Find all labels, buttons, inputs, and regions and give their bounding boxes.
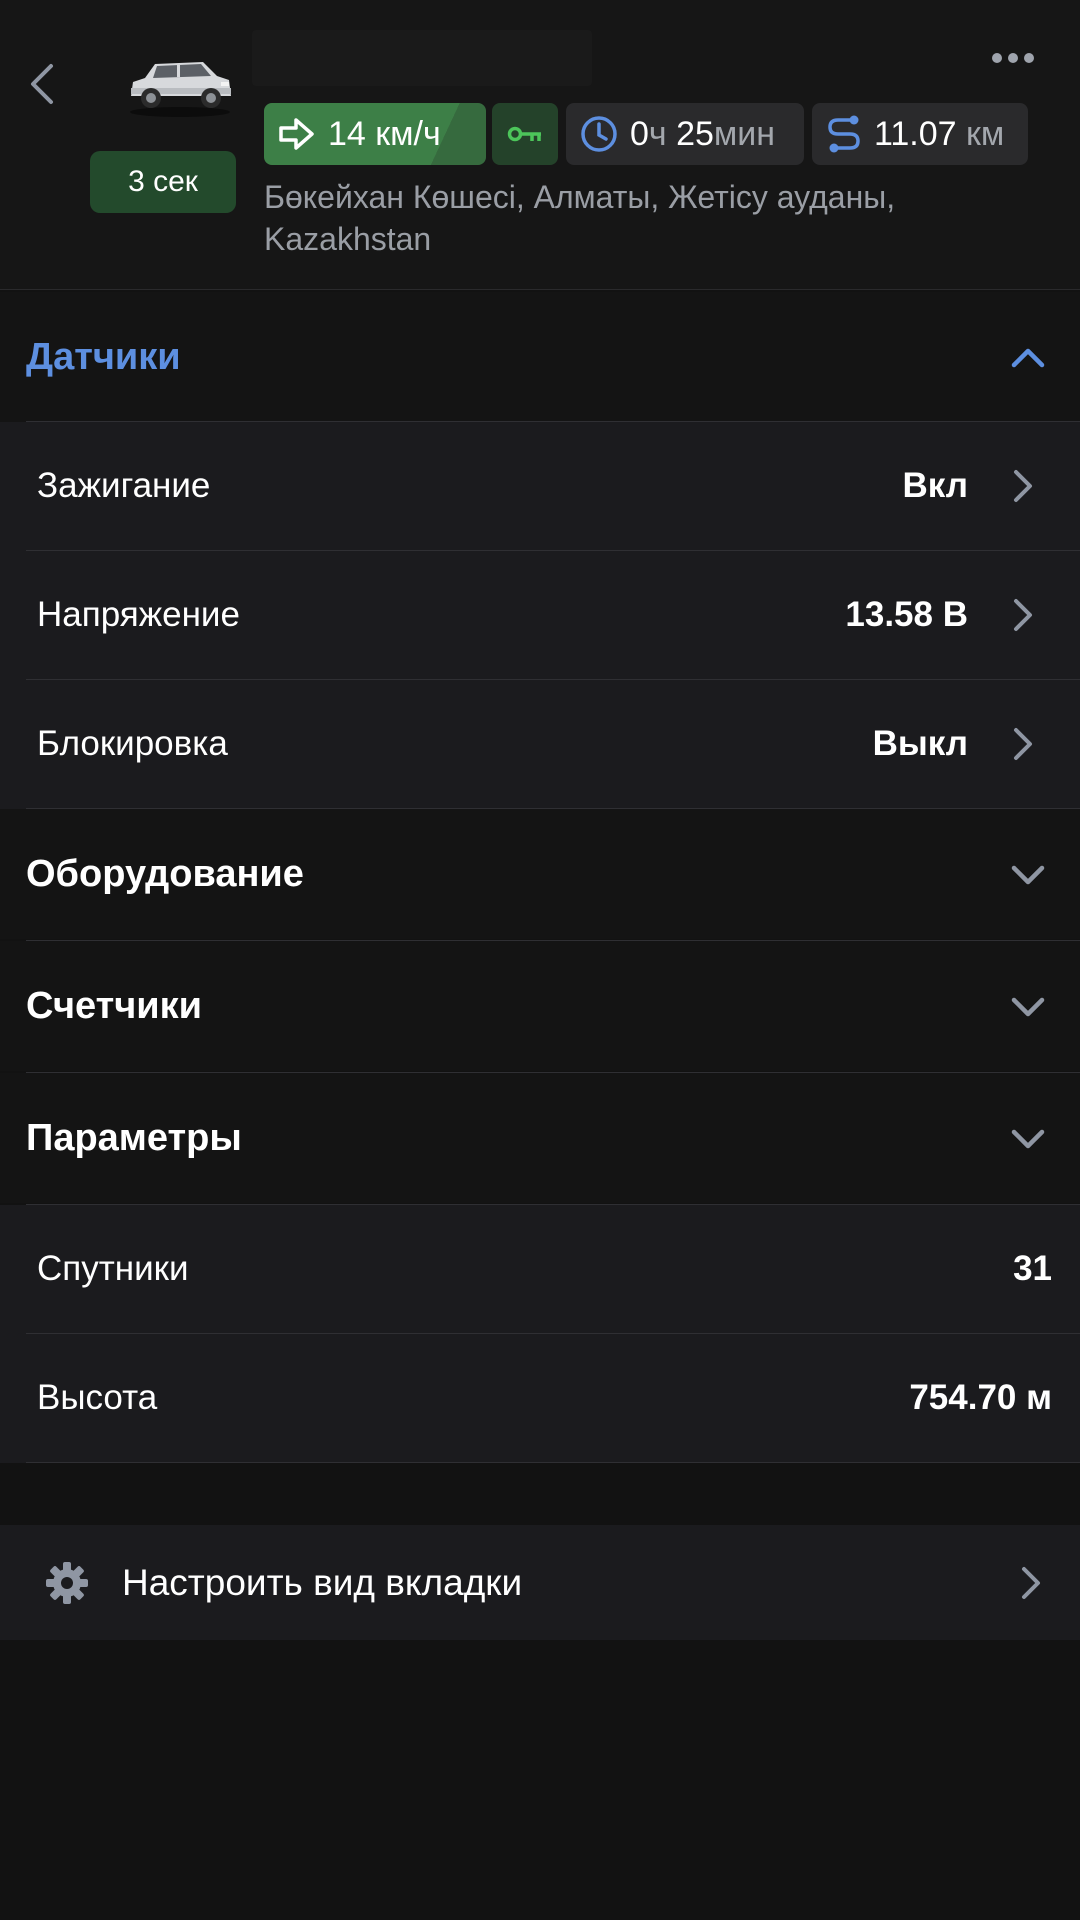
- section-equipment-header[interactable]: Оборудование: [0, 809, 1080, 939]
- customize-tab-button[interactable]: Настроить вид вкладки: [0, 1525, 1080, 1640]
- chevron-right-icon: [1022, 1567, 1040, 1599]
- speed-text: 14 км/ч: [328, 115, 441, 154]
- distance-text: 11.07 км: [874, 115, 1004, 154]
- sensor-row-blocking[interactable]: Блокировка Выкл: [0, 680, 1080, 809]
- duration-chip: 0ч 25мин: [566, 103, 804, 165]
- chevron-down-icon: [1011, 1129, 1045, 1149]
- chevron-right-icon: [1014, 470, 1032, 502]
- clock-icon: [581, 116, 617, 152]
- gear-icon: [46, 1562, 88, 1604]
- chevron-up-icon: [1011, 348, 1045, 368]
- duration-hours-unit: ч: [648, 114, 667, 153]
- sensor-row-ignition[interactable]: Зажигание Вкл: [0, 422, 1080, 551]
- chevron-right-icon: [1014, 728, 1032, 760]
- key-icon: [507, 126, 541, 142]
- row-label: Высота: [37, 1378, 158, 1417]
- parameter-row-altitude: Высота 754.70 м: [0, 1334, 1080, 1463]
- sensor-row-voltage[interactable]: Напряжение 13.58 В: [0, 551, 1080, 680]
- chevron-down-icon: [1011, 997, 1045, 1017]
- row-value: 754.70 м: [909, 1378, 1052, 1417]
- parameter-row-satellites: Спутники 31: [0, 1205, 1080, 1334]
- section-title: Оборудование: [26, 852, 304, 895]
- last-update-badge: 3 сек: [90, 151, 236, 213]
- section-counters-header[interactable]: Счетчики: [0, 941, 1080, 1071]
- row-value: 13.58 В: [845, 595, 968, 634]
- more-dots-icon: [992, 53, 1002, 63]
- section-title: Счетчики: [26, 984, 203, 1027]
- route-icon: [828, 115, 860, 153]
- speed-chip: 14 км/ч: [264, 103, 486, 165]
- speed-value: 14: [328, 114, 366, 153]
- duration-hours: 0: [630, 114, 649, 153]
- settings-label: Настроить вид вкладки: [122, 1561, 523, 1603]
- more-dot: [1024, 53, 1034, 63]
- row-value: Вкл: [902, 466, 968, 505]
- duration-minutes: 25: [676, 114, 714, 153]
- duration-text: 0ч 25мин: [630, 115, 775, 154]
- arrow-right-icon: [279, 118, 314, 150]
- distance-unit: км: [966, 114, 1005, 153]
- object-header: 3 сек 14 км/ч 0ч 25мин 11.07 км Бөкейхан…: [0, 0, 1080, 290]
- chevron-left-icon: [31, 64, 53, 104]
- object-name: [252, 30, 592, 86]
- distance-chip: 11.07 км: [812, 103, 1028, 165]
- row-value: Выкл: [872, 724, 968, 763]
- row-label: Блокировка: [37, 724, 228, 763]
- row-label: Напряжение: [37, 595, 240, 634]
- section-parameters-header[interactable]: Параметры: [0, 1073, 1080, 1203]
- row-label: Зажигание: [37, 466, 211, 505]
- distance-value: 11.07: [874, 114, 957, 153]
- chevron-down-icon: [1011, 865, 1045, 885]
- back-button[interactable]: [22, 56, 62, 112]
- more-options-button[interactable]: [985, 42, 1041, 74]
- section-sensors-header[interactable]: Датчики: [0, 292, 1080, 422]
- row-value: 31: [1013, 1249, 1052, 1288]
- section-title: Параметры: [26, 1116, 242, 1159]
- address-text: Бөкейхан Көшесі, Алматы, Жетісу ауданы, …: [264, 179, 896, 257]
- chevron-right-icon: [1014, 599, 1032, 631]
- ignition-chip: [492, 103, 558, 165]
- speed-unit: км/ч: [375, 114, 441, 153]
- row-label: Спутники: [37, 1249, 189, 1288]
- section-title: Датчики: [26, 335, 181, 378]
- divider: [26, 1462, 1080, 1463]
- car-icon: [130, 62, 231, 117]
- duration-minutes-unit: мин: [713, 114, 776, 153]
- more-dot: [1008, 53, 1018, 63]
